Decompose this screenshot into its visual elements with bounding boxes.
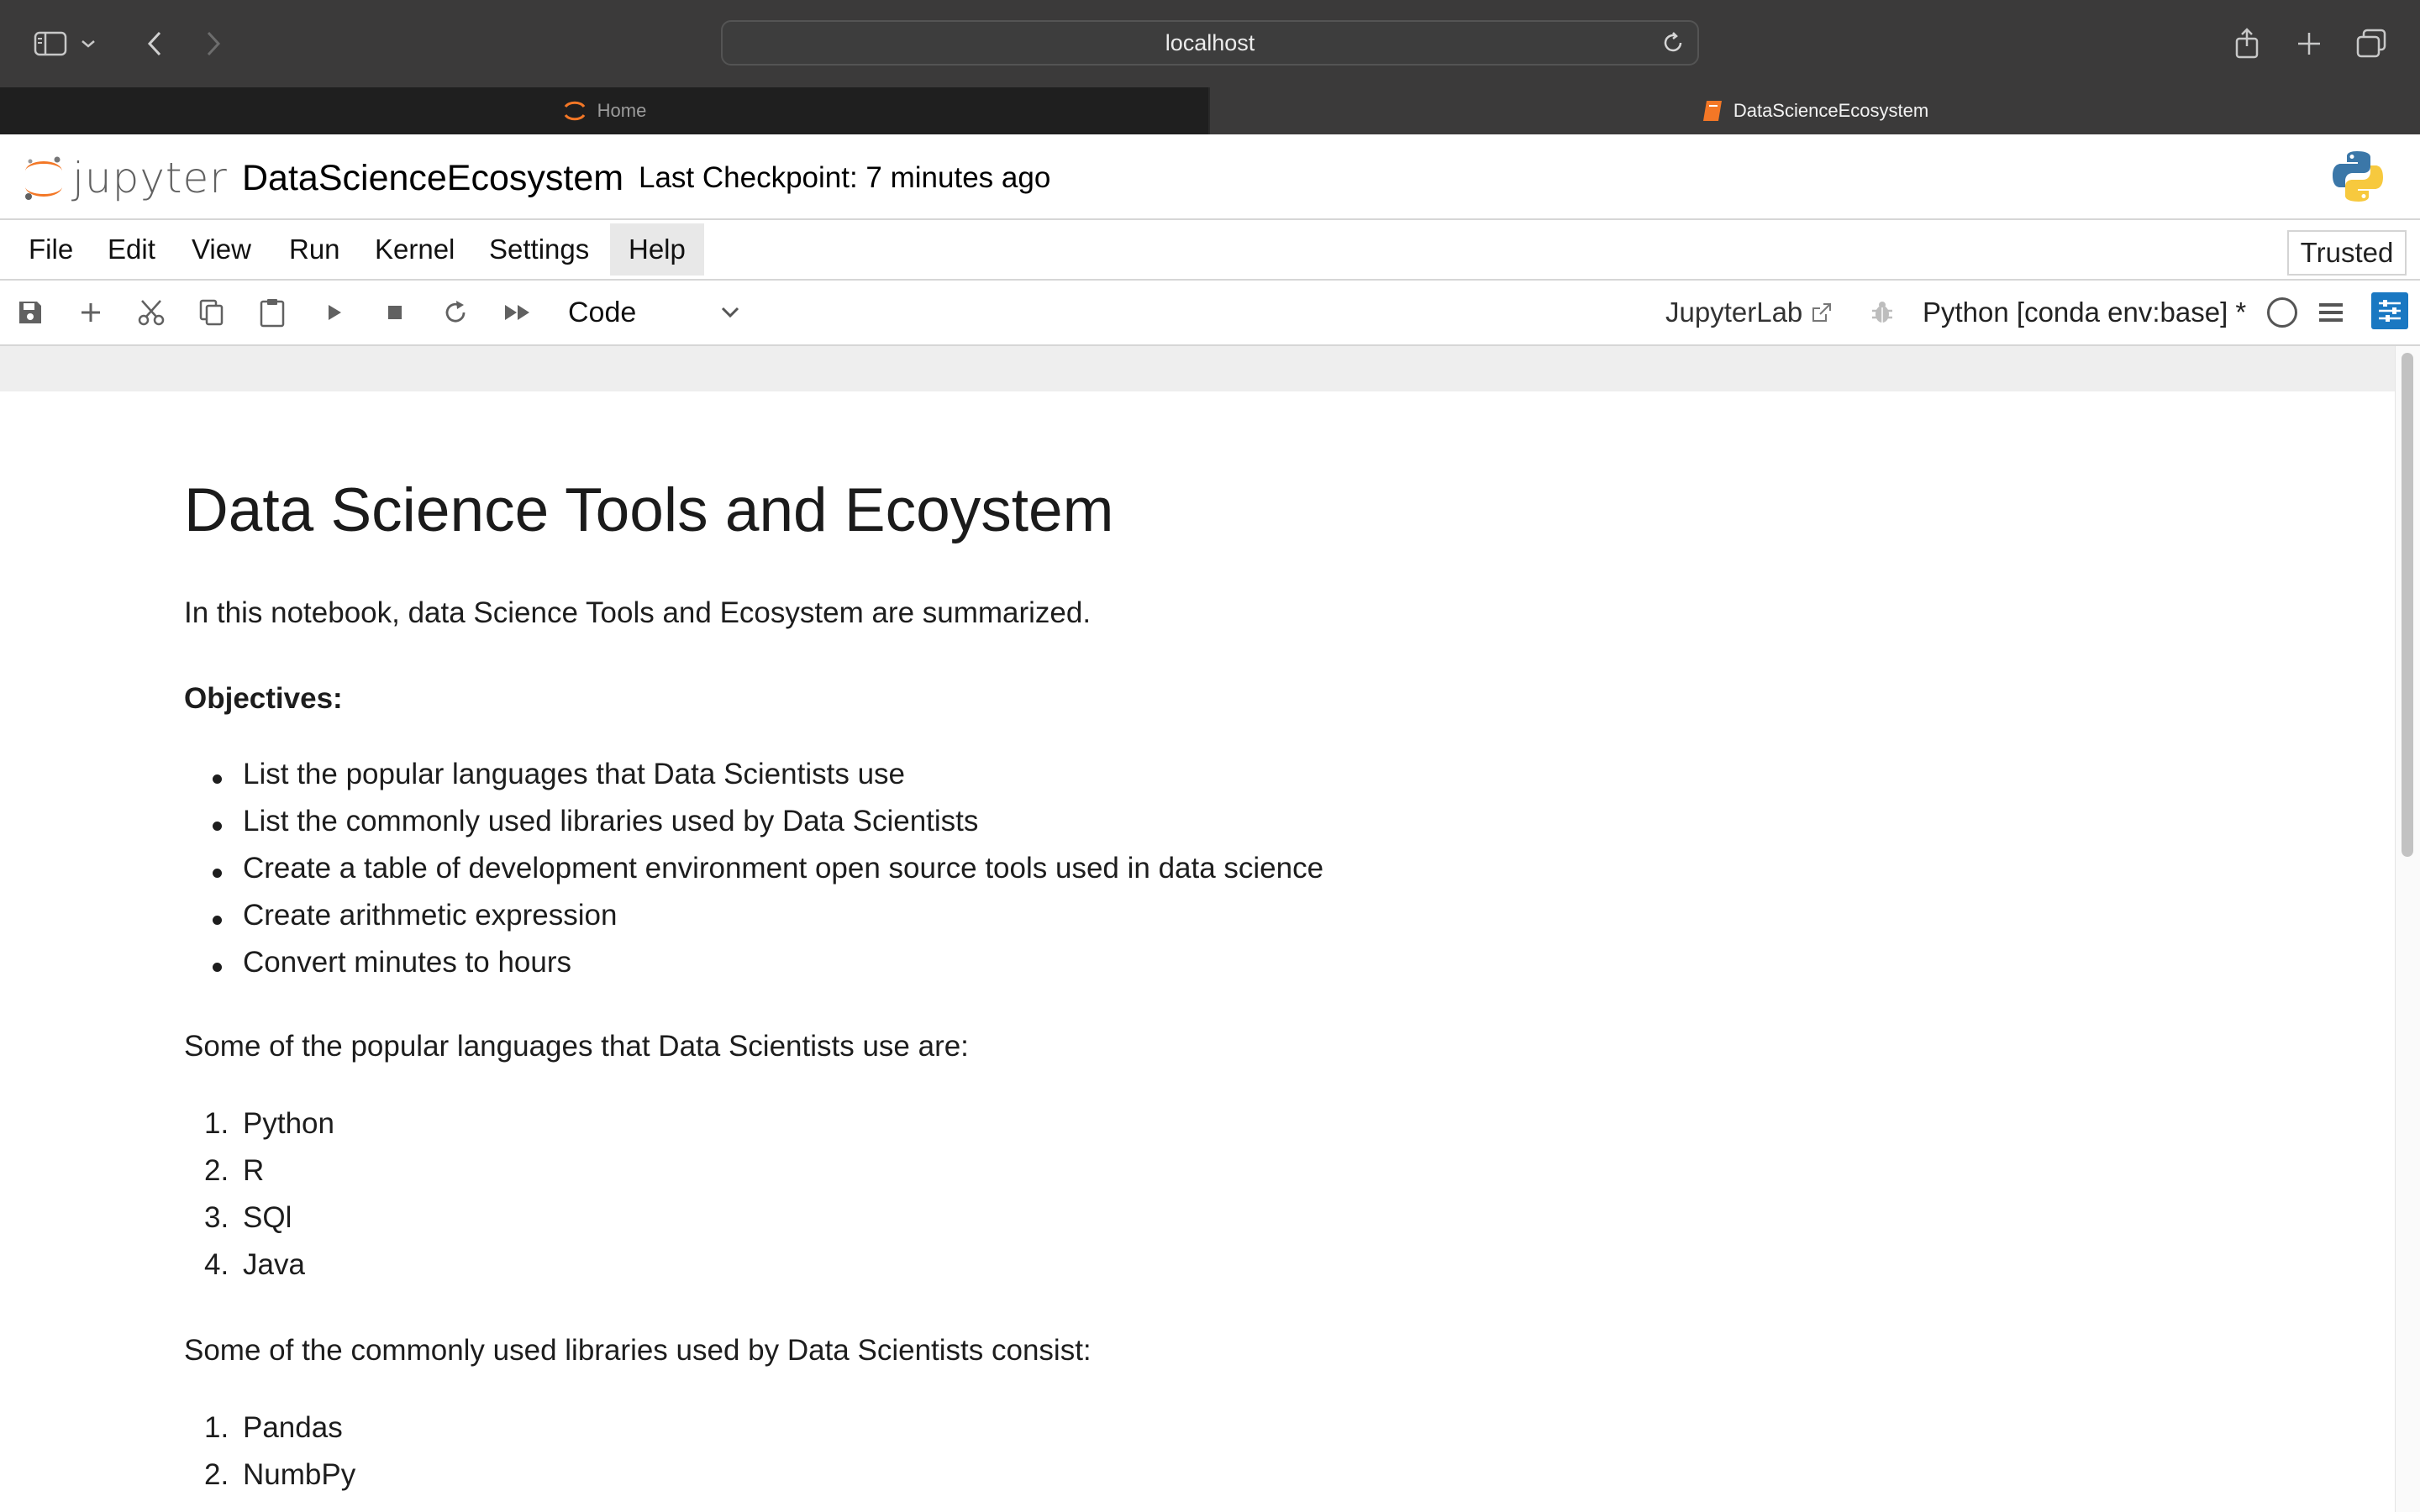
menu-help[interactable]: Help: [610, 223, 704, 276]
bullet: [213, 963, 222, 972]
notebook-toolbar: Code JupyterLab Python [conda env:base] …: [0, 281, 2420, 346]
run-icon[interactable]: [314, 292, 355, 333]
chevron-down-icon: [721, 307, 739, 318]
notebook-favicon-icon: [1702, 101, 1722, 121]
browser-toolbar: localhost: [0, 0, 2420, 87]
chevron-down-icon[interactable]: [76, 20, 101, 67]
list-item: R: [243, 1154, 265, 1187]
debugger-icon[interactable]: [1862, 292, 1902, 333]
paste-icon[interactable]: [252, 292, 292, 333]
list-item: NumbPy: [243, 1458, 356, 1491]
notebook-title[interactable]: DataScienceEcosystem: [242, 153, 623, 203]
list-item: Create arithmetic expression: [243, 899, 618, 932]
list-menu-icon[interactable]: [2311, 292, 2351, 333]
jupyter-header: jupyter DataScienceEcosystem Last Checkp…: [0, 134, 2420, 220]
list-item: Convert minutes to hours: [243, 946, 572, 979]
property-inspector-icon[interactable]: [2371, 292, 2408, 329]
checkpoint-status: Last Checkpoint: 7 minutes ago: [639, 161, 1051, 194]
trusted-indicator[interactable]: Trusted: [2287, 230, 2407, 276]
bullet: [213, 869, 222, 878]
intro-text: In this notebook, data Science Tools and…: [184, 596, 1092, 629]
tab-strip: Home DataScienceEcosystem: [0, 87, 2420, 134]
jupyterlab-link[interactable]: JupyterLab: [1665, 291, 1833, 334]
python-logo-icon: [2333, 151, 2383, 202]
bullet: [213, 774, 222, 784]
tab-label: DataScienceEcosystem: [1733, 100, 1929, 121]
list-number: 3.: [204, 1201, 229, 1234]
cut-icon[interactable]: [131, 292, 171, 333]
list-number: 2.: [204, 1154, 229, 1187]
menu-settings[interactable]: Settings: [471, 223, 608, 276]
menu-run[interactable]: Run: [271, 223, 359, 276]
list-item: Create a table of development environmen…: [243, 852, 1324, 885]
forward-icon[interactable]: [190, 20, 237, 67]
kernel-idle-indicator-icon: [2267, 297, 2297, 328]
list-item: SQl: [243, 1201, 292, 1234]
list-item: Pandas: [243, 1411, 343, 1444]
list-item: List the commonly used libraries used by…: [243, 805, 979, 837]
restart-icon[interactable]: [435, 292, 476, 333]
jupyter-logo-text: jupyter: [72, 154, 228, 202]
share-icon[interactable]: [2223, 20, 2270, 67]
languages-intro: Some of the popular languages that Data …: [184, 1030, 969, 1063]
tab-notebook[interactable]: DataScienceEcosystem: [1210, 87, 2420, 134]
copy-icon[interactable]: [192, 292, 232, 333]
tab-overview-icon[interactable]: [2348, 20, 2395, 67]
list-item: Java: [243, 1248, 305, 1281]
save-icon[interactable]: [10, 292, 50, 333]
scrollbar-thumb[interactable]: [2402, 353, 2413, 857]
list-number: 1.: [204, 1411, 229, 1444]
jupyter-logo[interactable]: jupyter: [22, 153, 228, 203]
menu-bar: File Edit View Run Kernel Settings Help …: [0, 220, 2420, 281]
jupyterlab-label: JupyterLab: [1665, 297, 1803, 328]
add-cell-icon[interactable]: [71, 292, 111, 333]
notebook-heading: Data Science Tools and Ecoystem: [184, 476, 1114, 544]
url-text: localhost: [1165, 29, 1255, 55]
menu-view[interactable]: View: [173, 223, 270, 276]
menu-file[interactable]: File: [10, 223, 92, 276]
stop-icon[interactable]: [375, 292, 415, 333]
tab-label: Home: [597, 100, 647, 121]
cell-type-select[interactable]: Code: [556, 291, 753, 334]
jupyter-favicon-icon: [564, 101, 585, 121]
bullet: [213, 822, 222, 831]
kernel-name[interactable]: Python [conda env:base] *: [1923, 291, 2246, 334]
list-number: 1.: [204, 1107, 229, 1140]
menu-kernel[interactable]: Kernel: [356, 223, 473, 276]
external-link-icon: [1812, 303, 1832, 322]
objectives-label: Objectives:: [184, 682, 343, 715]
jupyter-logo-icon: [25, 156, 62, 200]
menu-edit[interactable]: Edit: [89, 223, 174, 276]
list-item: Python: [243, 1107, 334, 1140]
cell-type-value: Code: [568, 296, 637, 328]
notebook-top-gutter: [0, 346, 2395, 391]
tab-home[interactable]: Home: [0, 87, 1208, 134]
sidebar-toggle-icon[interactable]: [27, 20, 74, 67]
list-number: 2.: [204, 1458, 229, 1491]
new-tab-icon[interactable]: [2286, 20, 2333, 67]
fast-forward-icon[interactable]: [497, 292, 538, 333]
reload-icon[interactable]: [1660, 30, 1686, 55]
libraries-intro: Some of the commonly used libraries used…: [184, 1334, 1092, 1367]
url-field[interactable]: localhost: [721, 20, 1699, 66]
list-item: List the popular languages that Data Sci…: [243, 758, 905, 790]
bullet: [213, 916, 222, 925]
list-number: 4.: [204, 1248, 229, 1281]
back-icon[interactable]: [131, 20, 178, 67]
